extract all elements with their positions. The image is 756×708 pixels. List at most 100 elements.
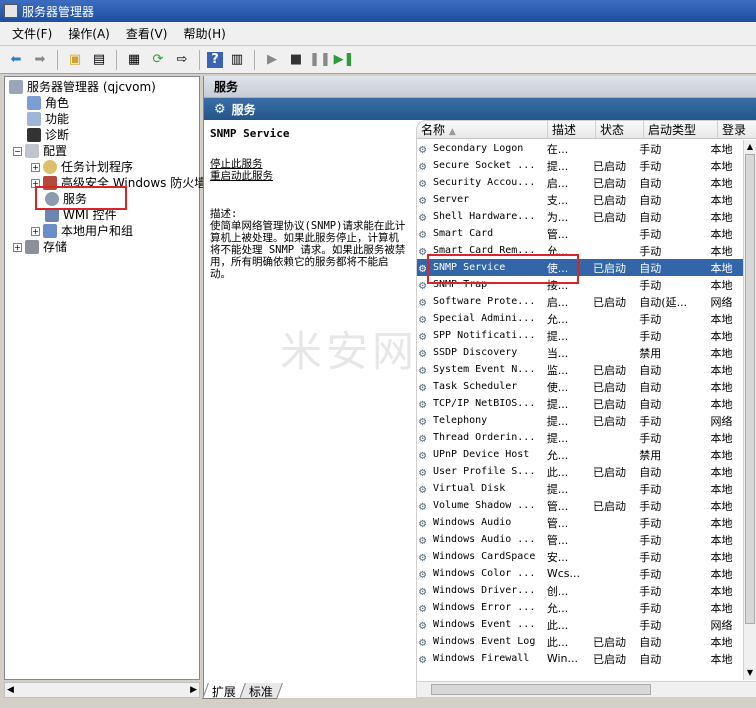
scroll-thumb[interactable]: [431, 684, 651, 695]
scroll-right-icon[interactable]: ▶: [190, 685, 197, 695]
help-icon[interactable]: ?: [207, 51, 223, 68]
service-name-text: TCP/IP NetBIOS...: [433, 398, 536, 409]
service-row[interactable]: ⚙ SPP Notificati... 提... 手动 本地: [417, 327, 745, 344]
scroll-down-icon[interactable]: ▼: [744, 666, 756, 680]
service-name-cell: ⚙ Shell Hardware...: [417, 210, 543, 224]
service-desc-cell: 启...: [546, 176, 569, 190]
menu-action[interactable]: 操作(A): [60, 25, 118, 42]
refresh-icon[interactable]: ⟳: [148, 50, 168, 70]
export-icon[interactable]: ⇨: [172, 50, 192, 70]
column-startup-type[interactable]: 启动类型: [644, 121, 718, 138]
service-row[interactable]: ⚙ Virtual Disk 提... 手动 本地: [417, 480, 745, 497]
restart-service-link[interactable]: 重启动此服务: [210, 170, 406, 182]
properties-icon[interactable]: ▦: [124, 50, 144, 70]
gear-icon: ⚙: [419, 277, 427, 292]
service-row[interactable]: ⚙ Windows Driver... 创... 手动 本地: [417, 582, 745, 599]
services-list: 名称 ▲ 描述 状态 启动类型 登录 ⚙ Secondary Logon 在... 手…: [416, 120, 756, 698]
column-logon[interactable]: 登录: [718, 121, 756, 138]
tree-task-scheduler[interactable]: + 任务计划程序: [31, 159, 133, 175]
gear-icon: ⚙: [419, 379, 427, 394]
list-vertical-scrollbar[interactable]: ▲ ▼: [743, 140, 756, 680]
tree-config[interactable]: − 配置: [13, 143, 67, 159]
tree-diagnostics[interactable]: 诊断: [27, 127, 69, 143]
service-row[interactable]: ⚙ Windows Firewall Win... 已启动 自动 本地: [417, 650, 745, 667]
service-startup-cell: 手动: [639, 499, 662, 513]
service-row[interactable]: ⚙ Windows Error ... 允... 手动 本地: [417, 599, 745, 616]
menu-view[interactable]: 查看(V): [118, 25, 176, 42]
service-row[interactable]: ⚙ Volume Shadow ... 管... 已启动 手动 本地: [417, 497, 745, 514]
expand-icon[interactable]: +: [31, 226, 40, 236]
service-startup-cell: 自动(延...: [639, 295, 688, 309]
service-row[interactable]: ⚙ Task Scheduler 使... 已启动 自动 本地: [417, 378, 745, 395]
tree-roles[interactable]: 角色: [27, 95, 69, 111]
tree-storage[interactable]: + 存储: [13, 239, 67, 255]
column-status[interactable]: 状态: [596, 121, 644, 138]
service-row[interactable]: ⚙ SNMP Trap 接... 手动 本地: [417, 276, 745, 293]
service-row[interactable]: ⚙ Smart Card 管... 手动 本地: [417, 225, 745, 242]
tab-standard[interactable]: 标准: [239, 683, 283, 699]
description-label: 描述:: [210, 208, 238, 220]
service-desc-cell: 接...: [546, 278, 569, 292]
service-row[interactable]: ⚙ Secure Socket ... 提... 已启动 手动 本地: [417, 157, 745, 174]
service-row[interactable]: ⚙ Telephony 提... 已启动 手动 网络: [417, 412, 745, 429]
menu-help[interactable]: 帮助(H): [175, 25, 233, 42]
play-icon[interactable]: ▶: [262, 50, 282, 70]
scroll-thumb[interactable]: [745, 154, 755, 624]
forward-icon[interactable]: ➡: [30, 50, 50, 70]
service-name-text: Windows Driver...: [433, 585, 536, 596]
console-icon[interactable]: ▥: [227, 50, 247, 70]
service-desc-cell: 此...: [546, 635, 569, 649]
service-row[interactable]: ⚙ Windows Color ... Wcs... 手动 本地: [417, 565, 745, 582]
collapse-icon[interactable]: −: [13, 146, 22, 156]
column-description[interactable]: 描述: [548, 121, 596, 138]
service-row[interactable]: ⚙ Thread Orderin... 提... 手动 本地: [417, 429, 745, 446]
scroll-left-icon[interactable]: ◀: [7, 685, 14, 695]
gear-icon: ⚙: [419, 617, 427, 632]
pause-icon[interactable]: ❚❚: [309, 50, 331, 70]
service-row[interactable]: ⚙ SNMP Service 使... 已启动 自动 本地: [417, 259, 745, 276]
list-horizontal-scrollbar[interactable]: [417, 681, 756, 697]
scroll-up-icon[interactable]: ▲: [744, 140, 756, 154]
clock-icon: [43, 160, 57, 174]
expand-icon[interactable]: +: [31, 162, 40, 172]
menu-file[interactable]: 文件(F): [4, 25, 60, 42]
tree-local-users[interactable]: + 本地用户和组: [31, 223, 133, 239]
service-desc-cell: 允...: [546, 448, 569, 462]
up-folder-icon[interactable]: ▣: [65, 50, 85, 70]
service-logon-cell: 本地: [710, 210, 733, 224]
service-row[interactable]: ⚙ Security Accou... 启... 已启动 自动 本地: [417, 174, 745, 191]
service-name-cell: ⚙ Windows Audio ...: [417, 533, 543, 547]
service-row[interactable]: ⚙ System Event N... 监... 已启动 自动 本地: [417, 361, 745, 378]
service-row[interactable]: ⚙ Shell Hardware... 为... 已启动 自动 本地: [417, 208, 745, 225]
service-row[interactable]: ⚙ Windows CardSpace 安... 手动 本地: [417, 548, 745, 565]
service-status-cell: 已启动: [593, 397, 627, 411]
service-row[interactable]: ⚙ Software Prote... 启... 已启动 自动(延... 网络: [417, 293, 745, 310]
tree-features[interactable]: 功能: [27, 111, 69, 127]
service-name-cell: ⚙ Windows Error ...: [417, 601, 543, 615]
service-row[interactable]: ⚙ Windows Event ... 此... 手动 网络: [417, 616, 745, 633]
show-hide-tree-icon[interactable]: ▤: [89, 50, 109, 70]
service-row[interactable]: ⚙ Server 支... 已启动 自动 本地: [417, 191, 745, 208]
window-title: 服务器管理器: [22, 4, 95, 19]
service-row[interactable]: ⚙ User Profile S... 此... 已启动 自动 本地: [417, 463, 745, 480]
tree-horizontal-scrollbar[interactable]: ◀ ▶: [4, 682, 200, 698]
stop-icon[interactable]: ■: [286, 50, 306, 70]
service-name-text: Security Accou...: [433, 177, 536, 188]
expand-icon[interactable]: +: [13, 242, 22, 252]
service-row[interactable]: ⚙ UPnP Device Host 允... 禁用 本地: [417, 446, 745, 463]
service-row[interactable]: ⚙ TCP/IP NetBIOS... 提... 已启动 自动 本地: [417, 395, 745, 412]
service-row[interactable]: ⚙ Secondary Logon 在... 手动 本地: [417, 140, 745, 157]
restart-icon[interactable]: ▶❚: [334, 50, 355, 70]
service-row[interactable]: ⚙ Windows Audio ... 管... 手动 本地: [417, 531, 745, 548]
column-name[interactable]: 名称 ▲: [417, 121, 548, 138]
service-row[interactable]: ⚙ Windows Event Log 此... 已启动 自动 本地: [417, 633, 745, 650]
service-row[interactable]: ⚙ Smart Card Rem... 允... 手动 本地: [417, 242, 745, 259]
service-name-cell: ⚙ SNMP Trap: [417, 278, 543, 292]
service-row[interactable]: ⚙ Special Admini... 允... 手动 本地: [417, 310, 745, 327]
service-row[interactable]: ⚙ SSDP Discovery 当... 禁用 本地: [417, 344, 745, 361]
service-logon-cell: 本地: [710, 159, 733, 173]
tree-root[interactable]: 服务器管理器 (qjcvom): [9, 79, 156, 95]
stop-service-link[interactable]: 停止此服务: [210, 158, 406, 170]
service-row[interactable]: ⚙ Windows Audio 管... 手动 本地: [417, 514, 745, 531]
back-icon[interactable]: ⬅: [6, 50, 26, 70]
